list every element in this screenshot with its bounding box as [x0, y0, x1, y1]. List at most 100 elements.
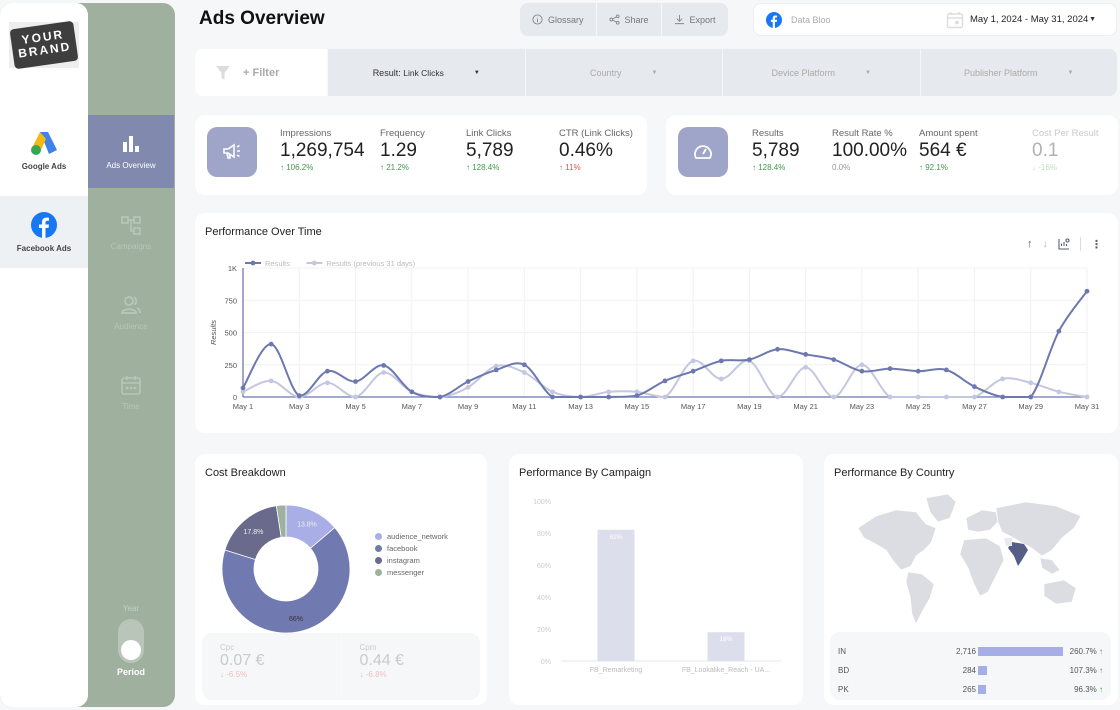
- nav-item-time[interactable]: Time: [88, 356, 174, 429]
- line-chart: 0 250 500 750 1K May 1 May 3 May 5 May 7 May 9 May…: [209, 259, 1099, 411]
- legend-swatch: [375, 545, 382, 552]
- metric-change: ↑ 21.2%: [380, 163, 409, 172]
- google-ads-icon: [31, 131, 57, 155]
- country-row[interactable]: PK 265 96.3% ↑: [830, 680, 1111, 699]
- metric-ctr: CTR (Link Clicks) 0.46% ↑ 11%: [559, 128, 633, 172]
- metric-change: ↑ 92.1%: [919, 163, 948, 172]
- gauge-icon-box: [678, 127, 728, 177]
- metric-value: 5,789: [752, 140, 800, 161]
- brand-logo: YOUR BRAND: [9, 20, 79, 70]
- metric-results: Results 5,789 ↑ 128.4%: [752, 128, 800, 172]
- nav-item-campaigns[interactable]: Campaigns: [88, 196, 174, 269]
- share-button[interactable]: Share: [597, 3, 662, 36]
- country-value: 2,716: [955, 647, 976, 656]
- data-point: [1056, 328, 1062, 334]
- data-source-name: Data Bloo: [791, 14, 831, 25]
- metric-change: ↓ -6.8%: [359, 670, 387, 679]
- country-dropdown[interactable]: Country ▼: [524, 49, 722, 96]
- data-point: [803, 364, 809, 370]
- performance-by-country-card: Performance By Country IN 2,716 260.7% ↑…: [824, 454, 1118, 705]
- metric-label: Cost Per Result: [1032, 128, 1099, 139]
- data-point: [662, 394, 668, 400]
- source-google-ads[interactable]: Google Ads: [0, 114, 88, 186]
- y-tick-label: 0: [233, 393, 237, 402]
- calendar-icon: [946, 11, 964, 28]
- metric-label: Frequency: [380, 128, 425, 139]
- country-row[interactable]: IN 2,716 260.7% ↑: [830, 642, 1111, 661]
- performance-by-campaign-card: Performance By Campaign 0% 20% 40% 60% 80% 10…: [509, 454, 803, 705]
- glossary-button[interactable]: Glossary: [520, 3, 597, 36]
- caret-down-icon: ▼: [651, 69, 658, 76]
- metric-change: ↑ 128.4%: [752, 163, 786, 172]
- metric-change: ↓ -6.5%: [220, 670, 248, 679]
- data-point: [409, 389, 415, 395]
- data-point: [887, 366, 893, 372]
- caret-down-icon: ▼: [473, 69, 480, 76]
- caret-down-icon: ▼: [1089, 16, 1096, 23]
- metric-cpm: Cpm 0.44 € ↓ -6.8%: [342, 633, 481, 700]
- result-type-dropdown[interactable]: Result: Link Clicks ▼: [327, 49, 525, 96]
- arrow-up-icon: ↑: [1099, 666, 1103, 675]
- data-point: [550, 394, 555, 400]
- country-table: IN 2,716 260.7% ↑ BD 284 107.3% ↑ PK 265 9…: [830, 632, 1111, 700]
- change-value: 96.3%: [1074, 685, 1097, 694]
- dropdown-value: Publisher Platform: [964, 67, 1038, 78]
- data-point: [1000, 394, 1005, 400]
- country-change: 96.3% ↑: [1074, 685, 1103, 694]
- y-tick-label: 500: [224, 329, 237, 338]
- metric-label: Result Rate %: [832, 128, 893, 139]
- publisher-platform-dropdown[interactable]: Publisher Platform ▼: [919, 49, 1117, 96]
- source-facebook-ads[interactable]: Facebook Ads: [0, 196, 88, 268]
- metric-value: 0.44 €: [359, 652, 404, 669]
- data-point: [268, 378, 274, 384]
- nav-item-audience[interactable]: Audience: [88, 276, 174, 349]
- data-point: [690, 368, 696, 374]
- data-point: [915, 368, 921, 374]
- data-point: [550, 389, 555, 395]
- data-point: [521, 362, 527, 368]
- nav-item-ads-overview[interactable]: Ads Overview: [88, 115, 174, 188]
- legend-marker: [312, 260, 317, 266]
- data-point: [1084, 394, 1090, 400]
- filter-bar: + Filter Result: Link Clicks ▼ Country ▼…: [195, 49, 1117, 96]
- x-tick-label: May 19: [737, 402, 762, 411]
- y-tick-label: 1K: [228, 264, 237, 273]
- change-value: -16%: [1038, 163, 1057, 172]
- data-point: [943, 367, 949, 373]
- date-range-picker[interactable]: Data Bloo May 1, 2024 - May 31, 2024 ▼: [753, 3, 1117, 36]
- dropdown-prefix: Result:: [372, 67, 401, 78]
- cost-breakdown-card: Cost Breakdown 13.8% 66% 17.8% audience_ne…: [195, 454, 487, 705]
- add-filter-button[interactable]: + Filter: [195, 49, 327, 96]
- change-value: 92.1%: [925, 163, 948, 172]
- country-bar: [978, 666, 987, 675]
- legend-label: messenger: [387, 568, 425, 577]
- period-label: Period: [116, 667, 145, 677]
- metric-cpc: Cpc 0.07 € ↓ -6.5%: [202, 633, 342, 700]
- map-europe: [965, 509, 999, 533]
- period-toggle[interactable]: [118, 619, 144, 663]
- metric-label: Impressions: [280, 128, 332, 139]
- export-button[interactable]: Export: [662, 3, 728, 36]
- data-point: [240, 385, 246, 391]
- slice-label: 13.8%: [297, 522, 317, 529]
- country-row[interactable]: BD 284 107.3% ↑: [830, 661, 1111, 680]
- gauge-icon: [694, 145, 712, 159]
- data-point: [606, 389, 612, 395]
- data-point: [465, 384, 471, 390]
- slice-label: 66%: [289, 616, 303, 623]
- metric-value: 1.29: [380, 140, 417, 161]
- metric-label: Results: [752, 128, 784, 139]
- device-platform-dropdown[interactable]: Device Platform ▼: [722, 49, 920, 96]
- data-point: [381, 370, 387, 375]
- data-point: [859, 362, 865, 368]
- legend-label: facebook: [387, 544, 418, 553]
- change-value: 11%: [565, 163, 581, 172]
- x-tick-label: FB_Remarketing: [590, 667, 643, 674]
- data-point: [1056, 389, 1062, 395]
- dropdown-value: Link Clicks: [403, 67, 444, 78]
- data-point: [578, 394, 583, 400]
- page-title: Ads Overview: [199, 8, 325, 29]
- funnel-icon: [216, 65, 230, 80]
- country-value: 284: [962, 666, 976, 675]
- data-point: [353, 379, 358, 384]
